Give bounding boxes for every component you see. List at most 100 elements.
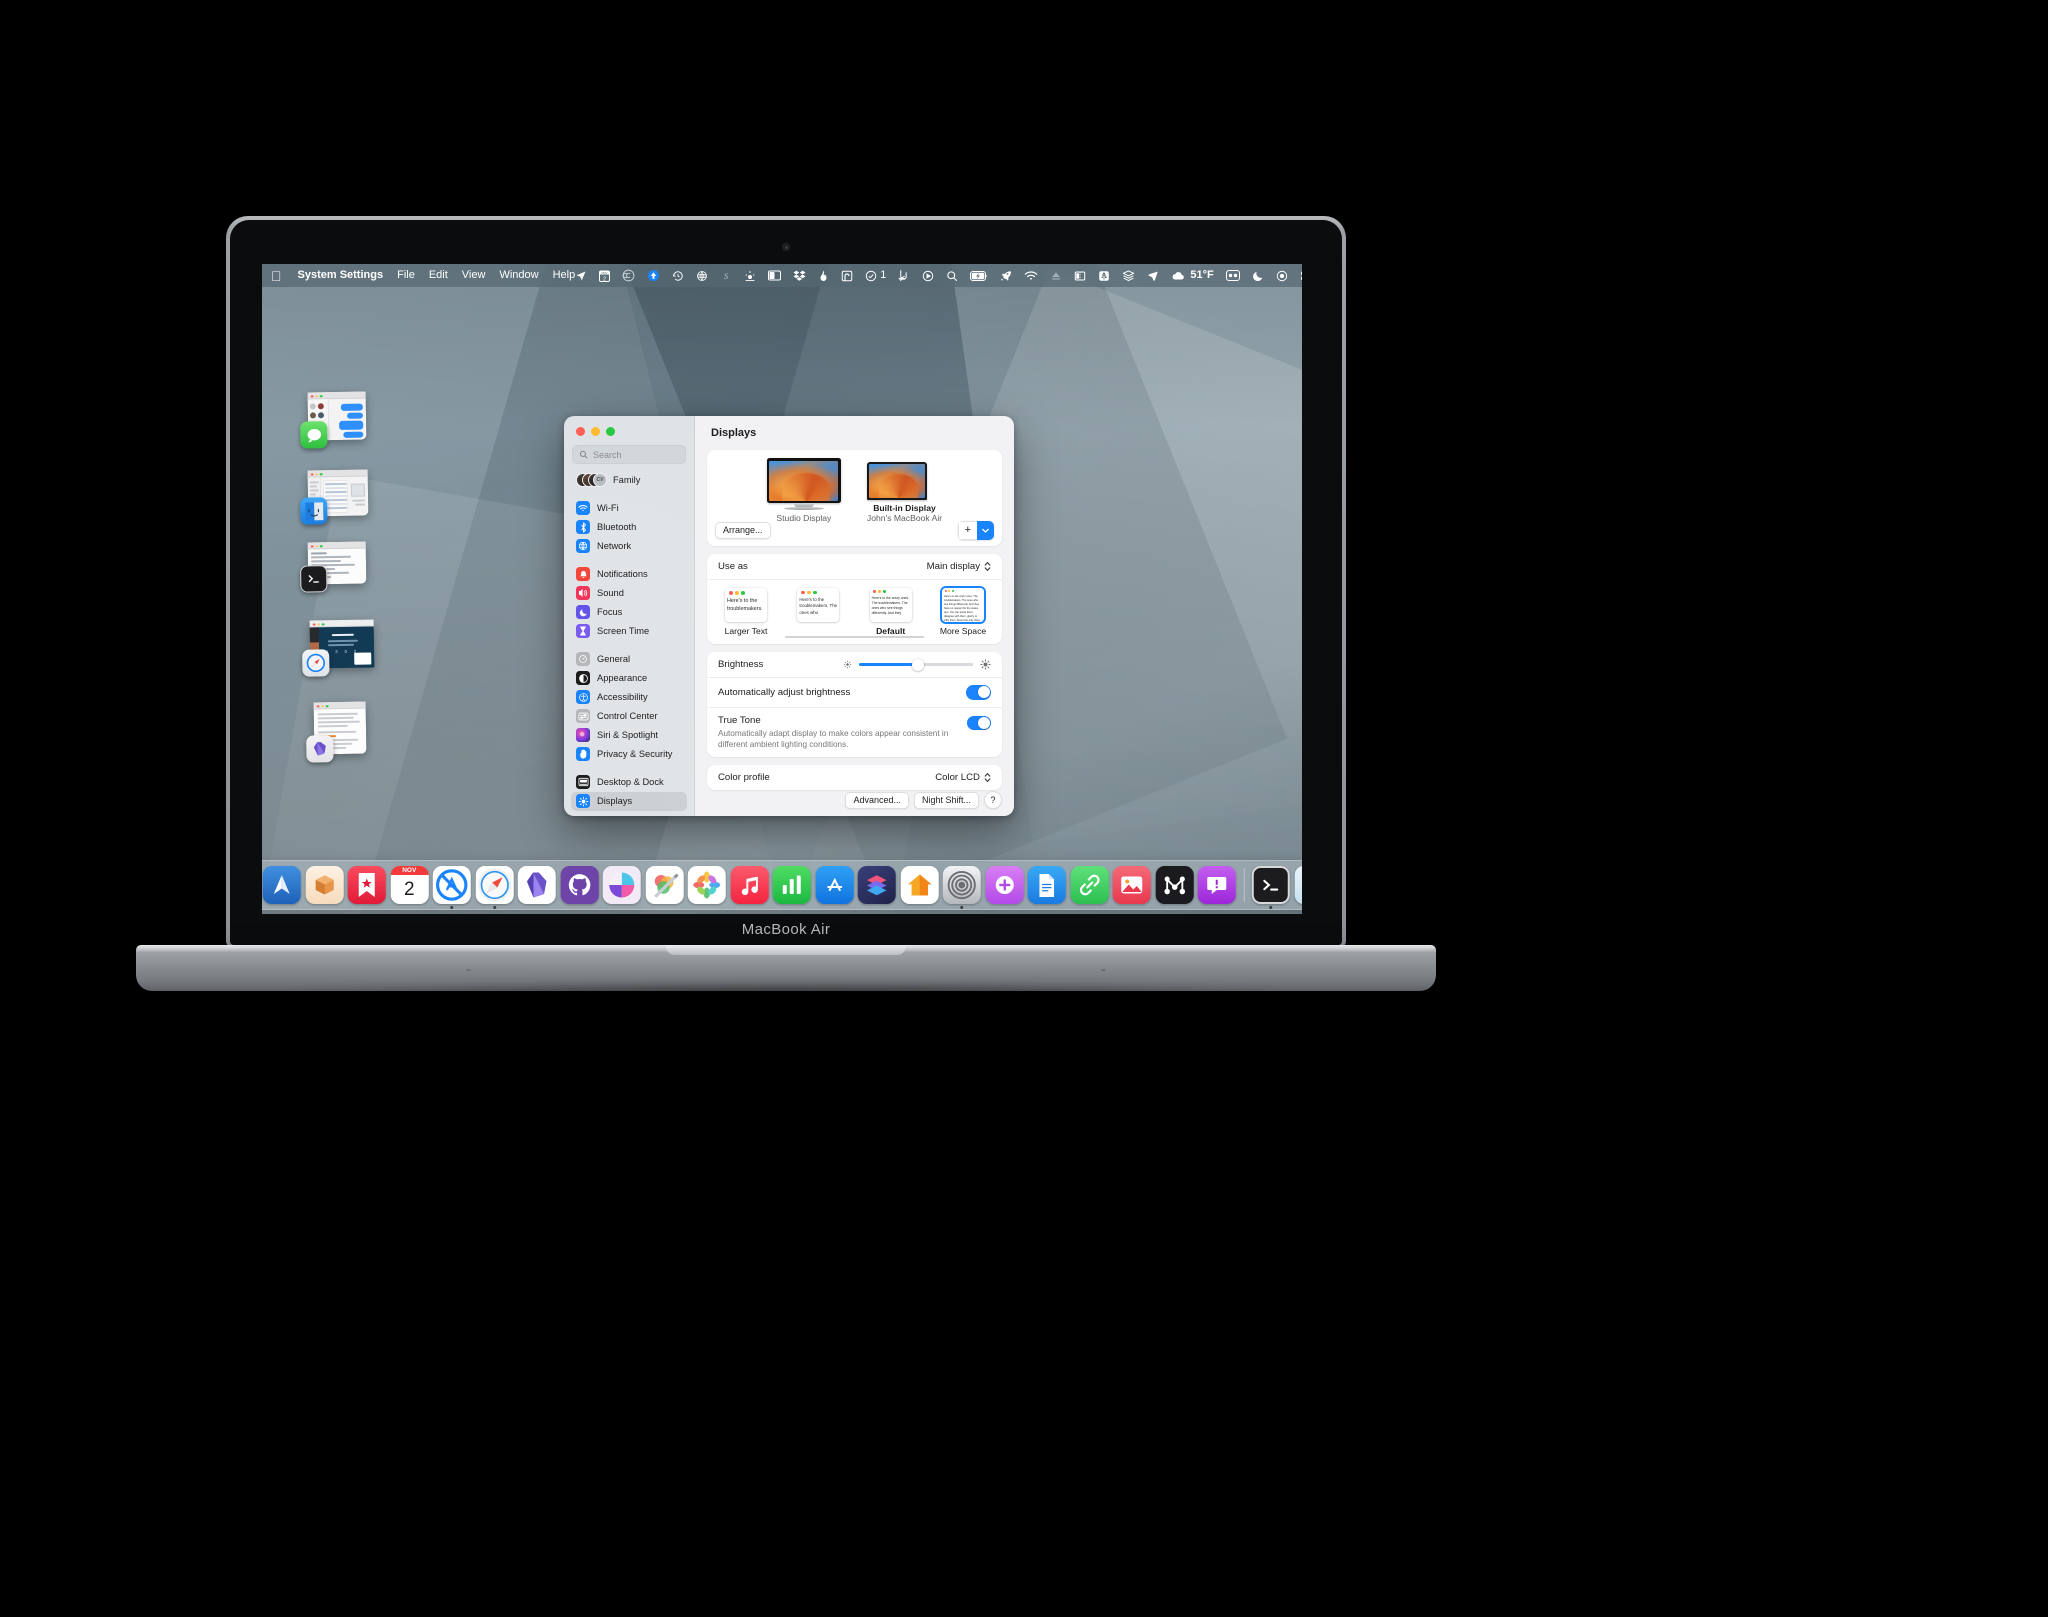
desktop-thumbnail-messages[interactable] bbox=[300, 391, 367, 449]
apple-menu-icon[interactable]:  bbox=[271, 269, 282, 283]
sidebar-item-general[interactable]: General bbox=[571, 650, 687, 669]
dock-item-launchpad[interactable] bbox=[1294, 866, 1302, 904]
sidebar-item-wifi[interactable]: Wi-Fi bbox=[571, 499, 687, 518]
use-as-select[interactable]: Main display bbox=[927, 561, 991, 572]
dock-item-preview[interactable] bbox=[645, 866, 684, 904]
window-controls[interactable] bbox=[564, 416, 694, 436]
stacks-secondary-icon[interactable] bbox=[1300, 268, 1302, 283]
dock-item-github[interactable] bbox=[560, 866, 599, 904]
sidebar-item-siri-spotlight[interactable]: Siri & Spotlight bbox=[571, 726, 687, 745]
sidebar-item-privacy-security[interactable]: Privacy & Security bbox=[571, 745, 687, 764]
sidebar-item-family[interactable]: CV Family bbox=[571, 471, 687, 490]
advanced-button[interactable]: Advanced... bbox=[845, 791, 909, 809]
moon-icon[interactable] bbox=[1252, 268, 1264, 283]
color-profile-row[interactable]: Color profile Color LCD bbox=[707, 765, 1002, 790]
split-view-icon[interactable] bbox=[768, 268, 782, 283]
sidebar-item-notifications[interactable]: Notifications bbox=[571, 565, 687, 584]
stacks-icon[interactable] bbox=[1122, 268, 1135, 283]
dock-item-craft[interactable] bbox=[602, 866, 641, 904]
search-input[interactable]: Search bbox=[572, 445, 686, 464]
dock-item-links[interactable] bbox=[1070, 866, 1109, 904]
wifi-icon[interactable] bbox=[1024, 268, 1038, 283]
dock-item-music[interactable] bbox=[730, 866, 769, 904]
menu-window[interactable]: Window bbox=[499, 270, 538, 281]
loop-arrow-icon[interactable] bbox=[898, 268, 910, 283]
dock-item-terminal[interactable] bbox=[1251, 866, 1290, 909]
dock[interactable]: NOV 2 bbox=[262, 860, 1302, 910]
calendar-nov-2-icon[interactable]: NOV 2 bbox=[599, 268, 611, 283]
display-option-studio-display[interactable]: Studio Display bbox=[766, 458, 841, 523]
dock-item-obsidian[interactable] bbox=[517, 866, 556, 904]
siri-icon[interactable] bbox=[1276, 268, 1288, 283]
arrange-button[interactable]: Arrange... bbox=[715, 522, 771, 539]
sidebar-item-accessibility[interactable]: Accessibility bbox=[571, 688, 687, 707]
color-profile-select[interactable]: Color LCD bbox=[935, 772, 991, 783]
add-display-button[interactable]: + bbox=[957, 521, 977, 540]
adobe-cc-icon[interactable] bbox=[622, 268, 635, 283]
close-button[interactable] bbox=[576, 427, 585, 436]
window-layout-icon[interactable] bbox=[1074, 268, 1086, 283]
sidebar-item-bluetooth[interactable]: Bluetooth bbox=[571, 518, 687, 537]
use-as-row[interactable]: Use as Main display bbox=[707, 554, 1002, 579]
dock-item-mimestream[interactable] bbox=[1155, 866, 1194, 904]
sidebar-item-network[interactable]: Network bbox=[571, 537, 687, 556]
menu-help[interactable]: Help bbox=[553, 270, 576, 281]
dock-item-dato[interactable] bbox=[1197, 866, 1236, 904]
usb-shield-icon[interactable] bbox=[1098, 268, 1110, 283]
chevron-down-icon[interactable] bbox=[977, 521, 994, 540]
display-option-built-in-display[interactable]: Built-in Display John's MacBook Air bbox=[866, 462, 942, 523]
desktop-thumbnail-safari[interactable]: 7302 bbox=[302, 619, 375, 677]
dock-item-home[interactable] bbox=[900, 866, 939, 904]
sidebar-item-sound[interactable]: Sound bbox=[571, 584, 687, 603]
control-center-icon[interactable] bbox=[1225, 268, 1240, 283]
grid-globe-icon[interactable] bbox=[696, 268, 708, 283]
dock-item-app-store[interactable] bbox=[815, 866, 854, 904]
menu-view[interactable]: View bbox=[462, 270, 486, 281]
menu-bar[interactable]:  System Settings File Edit View Window … bbox=[262, 264, 1302, 287]
dock-item-photos[interactable] bbox=[687, 866, 726, 904]
minimize-button[interactable] bbox=[591, 427, 600, 436]
menu-app-name[interactable]: System Settings bbox=[298, 270, 384, 281]
sidebar-item-focus[interactable]: Focus bbox=[571, 603, 687, 622]
play-circle-icon[interactable] bbox=[922, 268, 934, 283]
dock-item-shortcuts[interactable] bbox=[857, 866, 896, 904]
desktop-thumbnail-finder[interactable] bbox=[300, 469, 369, 525]
sketch-s-icon[interactable]: S bbox=[720, 268, 732, 283]
dock-item-add[interactable] bbox=[985, 866, 1024, 904]
resolution-option-default[interactable]: Here's to the crazy ones. The troublemak… bbox=[866, 588, 916, 636]
dock-item-pages[interactable] bbox=[1027, 866, 1066, 904]
desktop-thumbnail-terminal[interactable] bbox=[300, 541, 367, 593]
eject-icon[interactable] bbox=[1050, 268, 1062, 283]
resolution-track[interactable] bbox=[785, 636, 924, 638]
screen-corner-icon[interactable] bbox=[841, 268, 853, 283]
night-shift-button[interactable]: Night Shift... bbox=[913, 791, 979, 809]
resolution-option-more-space[interactable]: Here's to the crazy ones. The troublemak… bbox=[938, 588, 988, 636]
system-settings-window[interactable]: Search CV Family Wi-Fi Bluetooth Network… bbox=[564, 416, 1014, 816]
add-display-group[interactable]: + bbox=[957, 521, 994, 540]
desktop-thumbnail-obsidian[interactable] bbox=[306, 701, 367, 763]
dock-item-things[interactable] bbox=[347, 866, 386, 904]
location-arrow-icon[interactable] bbox=[575, 268, 587, 283]
time-machine-icon[interactable] bbox=[672, 268, 684, 283]
dock-item-ad-blocker[interactable] bbox=[432, 866, 471, 909]
cloud-upload-icon[interactable] bbox=[647, 268, 660, 283]
dropbox-icon[interactable] bbox=[793, 268, 806, 283]
battery-charging-icon[interactable] bbox=[970, 268, 988, 283]
sidebar-item-displays[interactable]: Displays bbox=[571, 792, 687, 811]
dock-item-podcasts[interactable] bbox=[942, 866, 981, 909]
dock-item-spark[interactable] bbox=[262, 866, 301, 904]
true-tone-row[interactable]: True Tone Automatically adapt display to… bbox=[707, 706, 1002, 757]
menu-file[interactable]: File bbox=[397, 270, 415, 281]
search-icon[interactable] bbox=[946, 268, 958, 283]
dock-item-calendar[interactable]: NOV 2 bbox=[390, 866, 429, 904]
sidebar-item-control-center[interactable]: Control Center bbox=[571, 707, 687, 726]
checkmark-badge-icon[interactable] bbox=[865, 268, 877, 283]
rocket-icon[interactable] bbox=[1000, 268, 1012, 283]
menu-edit[interactable]: Edit bbox=[429, 270, 448, 281]
sidebar-item-desktop-dock[interactable]: Desktop & Dock bbox=[571, 773, 687, 792]
slider-knob[interactable] bbox=[912, 658, 925, 671]
brightness-sun-icon[interactable] bbox=[744, 268, 756, 283]
sidebar-item-appearance[interactable]: Appearance bbox=[571, 669, 687, 688]
flame-icon[interactable] bbox=[818, 268, 829, 283]
dock-item-safari[interactable] bbox=[475, 866, 514, 909]
